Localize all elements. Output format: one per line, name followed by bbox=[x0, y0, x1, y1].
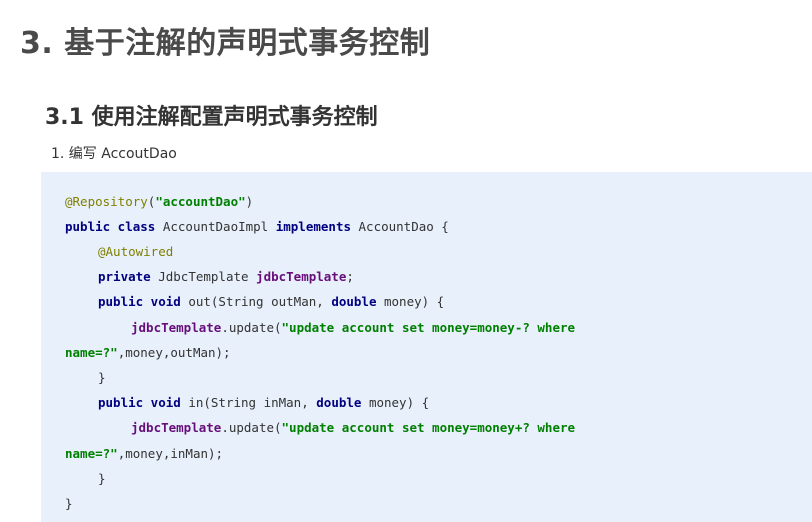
code-keyword: public void bbox=[98, 395, 181, 410]
code-string: "accountDao" bbox=[155, 194, 246, 209]
code-line-2: public class AccountDaoImpl implements A… bbox=[65, 218, 449, 236]
code-text: AccountDaoImpl bbox=[155, 219, 276, 234]
code-string: "update account set money=money-? where bbox=[281, 320, 576, 335]
code-text: in(String inMan, bbox=[180, 395, 317, 410]
code-text: .update( bbox=[221, 420, 282, 435]
code-field: jdbcTemplate bbox=[256, 269, 347, 284]
code-keyword: double bbox=[331, 294, 377, 309]
code-text: money) { bbox=[361, 395, 430, 410]
code-text: money) { bbox=[376, 294, 445, 309]
code-string: "update account set money=money+? where bbox=[281, 420, 576, 435]
code-string: name=?" bbox=[65, 345, 118, 360]
code-line-5: public void out(String outMan, double mo… bbox=[98, 293, 444, 311]
code-field: jdbcTemplate bbox=[131, 420, 222, 435]
code-line-1: @Repository("accountDao") bbox=[65, 193, 253, 211]
code-block: @Repository("accountDao") public class A… bbox=[41, 172, 812, 522]
code-line-4: private JdbcTemplate jdbcTemplate; bbox=[98, 268, 354, 286]
code-keyword: implements bbox=[275, 219, 351, 234]
code-line-11: name=?",money,inMan); bbox=[65, 445, 223, 463]
code-keyword: public void bbox=[98, 294, 181, 309]
code-text: JdbcTemplate bbox=[150, 269, 257, 284]
code-text: } bbox=[98, 471, 106, 486]
code-keyword: private bbox=[98, 269, 151, 284]
code-line-8: } bbox=[98, 369, 106, 387]
code-line-3: @Autowired bbox=[98, 243, 173, 261]
code-text: } bbox=[98, 370, 106, 385]
code-annotation: @Repository bbox=[65, 194, 148, 209]
code-text: .update( bbox=[221, 320, 282, 335]
code-line-13: } bbox=[65, 495, 73, 513]
code-text: } bbox=[65, 496, 73, 511]
code-text: AccountDao { bbox=[351, 219, 449, 234]
code-line-12: } bbox=[98, 470, 106, 488]
code-field: jdbcTemplate bbox=[131, 320, 222, 335]
code-line-9: public void in(String inMan, double mone… bbox=[98, 394, 429, 412]
code-annotation: @Autowired bbox=[98, 244, 174, 259]
code-text: out(String outMan, bbox=[180, 294, 332, 309]
section-heading: 3. 基于注解的声明式事务控制 bbox=[20, 26, 431, 61]
code-string: name=?" bbox=[65, 446, 118, 461]
code-text: ; bbox=[346, 269, 354, 284]
code-text: ,money,inMan); bbox=[117, 446, 224, 461]
code-keyword: double bbox=[316, 395, 362, 410]
subsection-heading: 3.1 使用注解配置声明式事务控制 bbox=[45, 105, 378, 130]
code-line-6: jdbcTemplate.update("update account set … bbox=[131, 319, 575, 337]
code-line-7: name=?",money,outMan); bbox=[65, 344, 231, 362]
code-text: ) bbox=[245, 194, 254, 209]
code-line-10: jdbcTemplate.update("update account set … bbox=[131, 419, 575, 437]
step-item-1: 1. 编写 AccoutDao bbox=[51, 146, 177, 162]
code-text: ,money,outMan); bbox=[117, 345, 231, 360]
code-keyword: public class bbox=[65, 219, 156, 234]
